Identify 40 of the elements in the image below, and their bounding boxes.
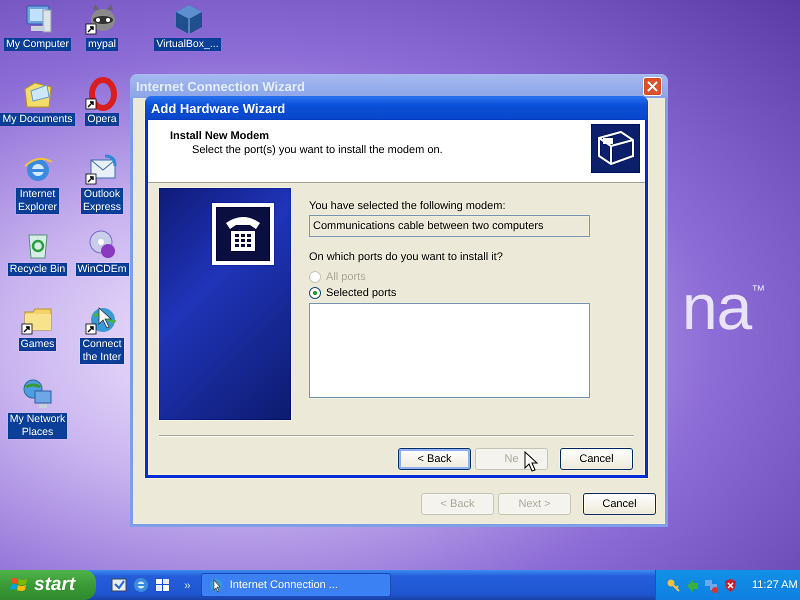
modem-field: Communications cable between two computers bbox=[309, 215, 590, 237]
desktop-icon-label[interactable]: Connect the Inter bbox=[80, 338, 124, 364]
desktop-icon-label[interactable]: Opera bbox=[85, 113, 119, 126]
desktop-icon-label[interactable]: mypal bbox=[86, 38, 118, 51]
window-title: Add Hardware Wizard bbox=[151, 100, 286, 116]
window-title: Internet Connection Wizard bbox=[136, 78, 305, 94]
network-icon[interactable] bbox=[20, 377, 54, 411]
desktop-icon-label[interactable]: My Computer bbox=[4, 38, 71, 51]
mail-icon[interactable] bbox=[85, 152, 119, 186]
wizard-button[interactable]: Cancel bbox=[560, 448, 633, 470]
mouse-pointer-icon bbox=[524, 451, 538, 473]
desktop-icon-label[interactable]: WinCDEm bbox=[76, 263, 128, 276]
desktop-icon-label[interactable]: VirtualBox_... bbox=[154, 38, 221, 51]
close-icon[interactable] bbox=[647, 80, 658, 92]
modem-label: You have selected the following modem: bbox=[309, 200, 506, 212]
wizard-button[interactable]: < Back bbox=[398, 448, 471, 470]
wallpaper-text: na$^{™}$ bbox=[682, 270, 764, 344]
page-subheading: Select the port(s) you want to install the modem on. bbox=[191, 144, 443, 156]
windows-icon[interactable] bbox=[154, 576, 172, 594]
shield-icon[interactable] bbox=[723, 578, 738, 592]
page-heading: Install New Modem bbox=[170, 130, 270, 142]
wizard-button[interactable]: Cancel bbox=[583, 493, 656, 515]
radio-label[interactable]: Selected ports bbox=[326, 287, 396, 299]
telephone-icon bbox=[212, 203, 274, 265]
start-button[interactable]: start bbox=[0, 570, 96, 600]
close-button[interactable] bbox=[643, 76, 662, 96]
desktop-icon-label[interactable]: Recycle Bin bbox=[8, 263, 68, 276]
desktop-icon-label[interactable]: Internet Explorer bbox=[16, 188, 60, 214]
taskbar-button[interactable]: Internet Connection ... bbox=[200, 573, 391, 597]
browser-icon[interactable] bbox=[132, 576, 150, 594]
clock: 11:27 AM bbox=[752, 579, 798, 591]
radio-button[interactable] bbox=[309, 287, 321, 299]
desktop-icon-label[interactable]: Outlook Express bbox=[81, 188, 123, 214]
desktop-icon-label[interactable]: My Network Places bbox=[8, 413, 68, 439]
desktop-icon-label[interactable]: Games bbox=[18, 338, 56, 351]
ports-question: On which ports do you want to install it? bbox=[309, 251, 504, 263]
letter-o-icon[interactable] bbox=[85, 77, 119, 111]
desktop-icon-label[interactable]: My Documents bbox=[0, 113, 75, 126]
globe-cursor-icon[interactable] bbox=[208, 577, 224, 593]
chevron[interactable]: » bbox=[184, 578, 191, 592]
